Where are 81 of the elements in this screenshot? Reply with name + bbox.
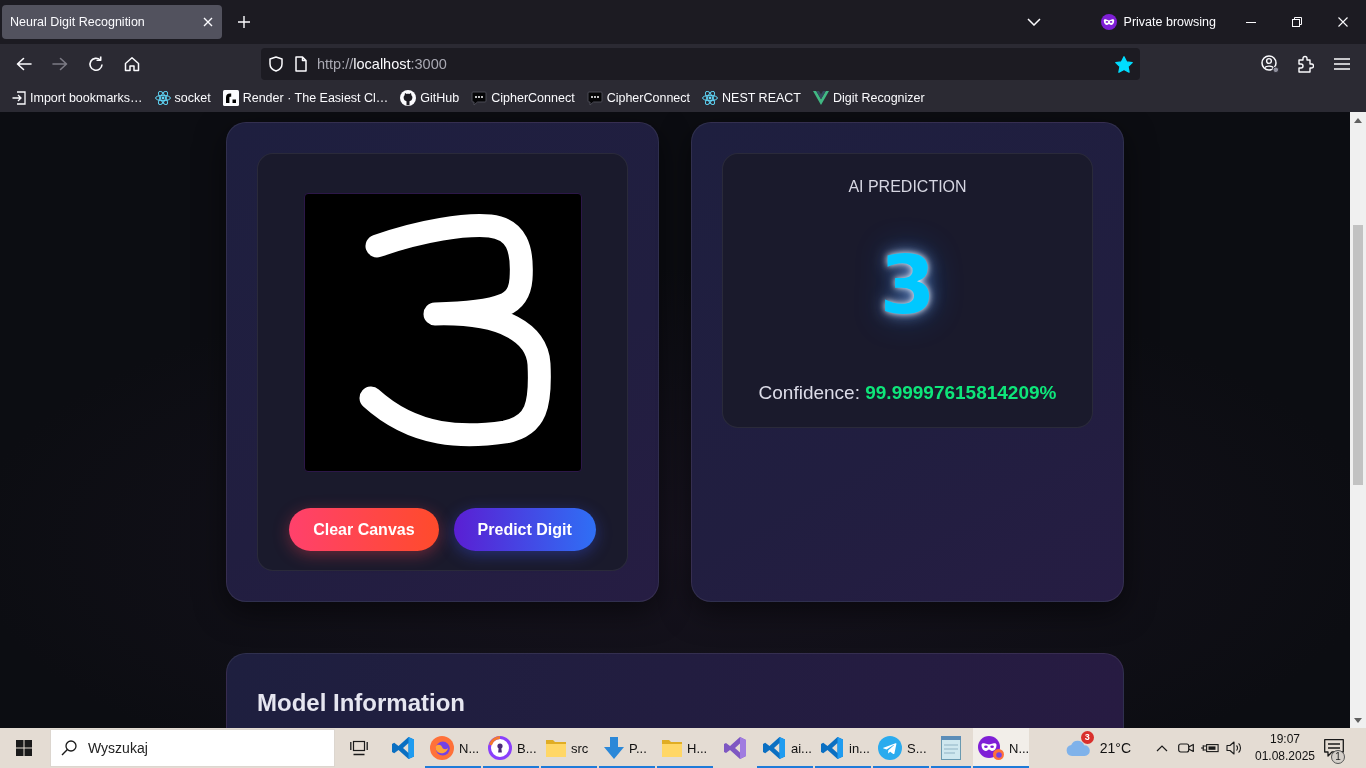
vscode-icon [762, 736, 786, 760]
folder-icon [546, 739, 566, 757]
taskbar-app-button[interactable]: P... [599, 728, 655, 768]
bookmark-item[interactable]: CipherConnect [471, 87, 575, 109]
taskbar-app-button[interactable]: ai... [757, 728, 813, 768]
v-logo-icon [813, 91, 829, 105]
url-field[interactable]: http://localhost:3000 [261, 48, 1140, 80]
scroll-up-arrow-icon[interactable] [1354, 117, 1362, 123]
home-icon[interactable] [124, 56, 140, 72]
clock-time[interactable]: 19:07 [1270, 731, 1300, 748]
clock-date[interactable]: 01.08.2025 [1254, 748, 1316, 765]
atom-icon [154, 91, 171, 105]
taskbar-app-button[interactable]: N... [973, 728, 1029, 768]
mask-browser-icon [978, 736, 1004, 760]
camera-icon[interactable] [1178, 742, 1194, 754]
task-view-icon[interactable] [350, 740, 368, 756]
folder-icon [662, 739, 682, 757]
import-icon [12, 91, 26, 105]
minimize-icon[interactable] [1246, 21, 1256, 23]
octocat-icon [400, 90, 417, 106]
bookmark-item[interactable]: GitHub [400, 87, 460, 109]
predicted-digit: 3 [879, 241, 936, 331]
paper-plane-icon [878, 736, 902, 760]
puzzle-icon[interactable] [1298, 55, 1314, 73]
url-text: http://localhost:3000 [317, 56, 447, 72]
atom-icon [702, 91, 719, 105]
chevron-down-icon[interactable] [1026, 18, 1041, 26]
firefox-icon [430, 736, 454, 760]
search-icon [61, 740, 77, 756]
taskbar-app-button[interactable]: H... [657, 728, 713, 768]
account-icon[interactable] [1261, 55, 1279, 73]
confidence-text: Confidence: 99.99997615814209% [758, 381, 1057, 405]
section-title: Model Information [257, 689, 466, 717]
back-icon[interactable] [16, 57, 32, 71]
chevron-up-icon[interactable] [1156, 744, 1168, 752]
vscode-icon [391, 736, 415, 760]
mask-icon [1100, 14, 1117, 30]
taskbar-app-button[interactable]: S... [873, 728, 929, 768]
taskbar-app-button[interactable]: N... [425, 728, 481, 768]
chat-bubble-icon [471, 90, 488, 106]
close-icon[interactable] [1338, 17, 1348, 27]
scroll-down-arrow-icon[interactable] [1354, 717, 1362, 723]
page-icon [295, 56, 307, 72]
drawing-canvas[interactable] [303, 193, 582, 472]
search-field[interactable]: Wyszukaj [50, 729, 335, 767]
scrollbar-thumb[interactable] [1353, 225, 1363, 485]
plus-icon[interactable] [238, 16, 250, 28]
bookmark-item[interactable]: Import bookmarks… [12, 87, 143, 109]
star-icon[interactable] [1115, 55, 1133, 73]
cloud-icon[interactable] [1065, 740, 1090, 756]
private-browsing-label: Private browsing [1123, 15, 1216, 29]
notepad-icon [941, 736, 961, 760]
bookmark-item[interactable]: CipherConnect [586, 87, 691, 109]
notification-count-badge: 1 [1331, 750, 1345, 764]
bookmark-item[interactable]: Render · The Easiest Cl… [222, 87, 389, 109]
bookmark-item[interactable]: socket [154, 87, 211, 109]
battery-plug-icon[interactable] [1201, 742, 1219, 754]
scrollbar-track[interactable] [1350, 112, 1366, 728]
close-icon [203, 17, 213, 27]
bookmark-item[interactable]: NEST REACT [702, 87, 801, 109]
taskbar-app-button[interactable]: src [541, 728, 597, 768]
temperature-text[interactable]: 21°C [1099, 740, 1131, 756]
taskbar-app-button[interactable]: in... [815, 728, 871, 768]
shield-circle-icon [488, 736, 512, 760]
restore-icon[interactable] [1292, 17, 1302, 27]
menu-icon[interactable] [1334, 58, 1350, 70]
predict-button[interactable]: Predict Digit [453, 508, 596, 551]
notification-badge: 3 [1080, 731, 1094, 744]
visual-studio-icon [723, 736, 747, 760]
chat-bubble-icon [586, 90, 603, 106]
browser-tab[interactable]: Neural Digit Recognition [2, 5, 222, 39]
reload-icon[interactable] [88, 56, 104, 72]
taskbar-app-button[interactable]: B... [483, 728, 539, 768]
shield-icon[interactable] [269, 56, 283, 72]
bookmark-item[interactable]: Digit Recognizer [813, 87, 925, 109]
vscode-icon [820, 736, 844, 760]
square-logo-icon [222, 90, 239, 106]
speaker-icon[interactable] [1226, 741, 1242, 755]
download-arrow-icon [604, 737, 624, 759]
windows-logo-icon[interactable] [16, 740, 32, 756]
prediction-heading: AI PREDICTION [848, 177, 967, 197]
